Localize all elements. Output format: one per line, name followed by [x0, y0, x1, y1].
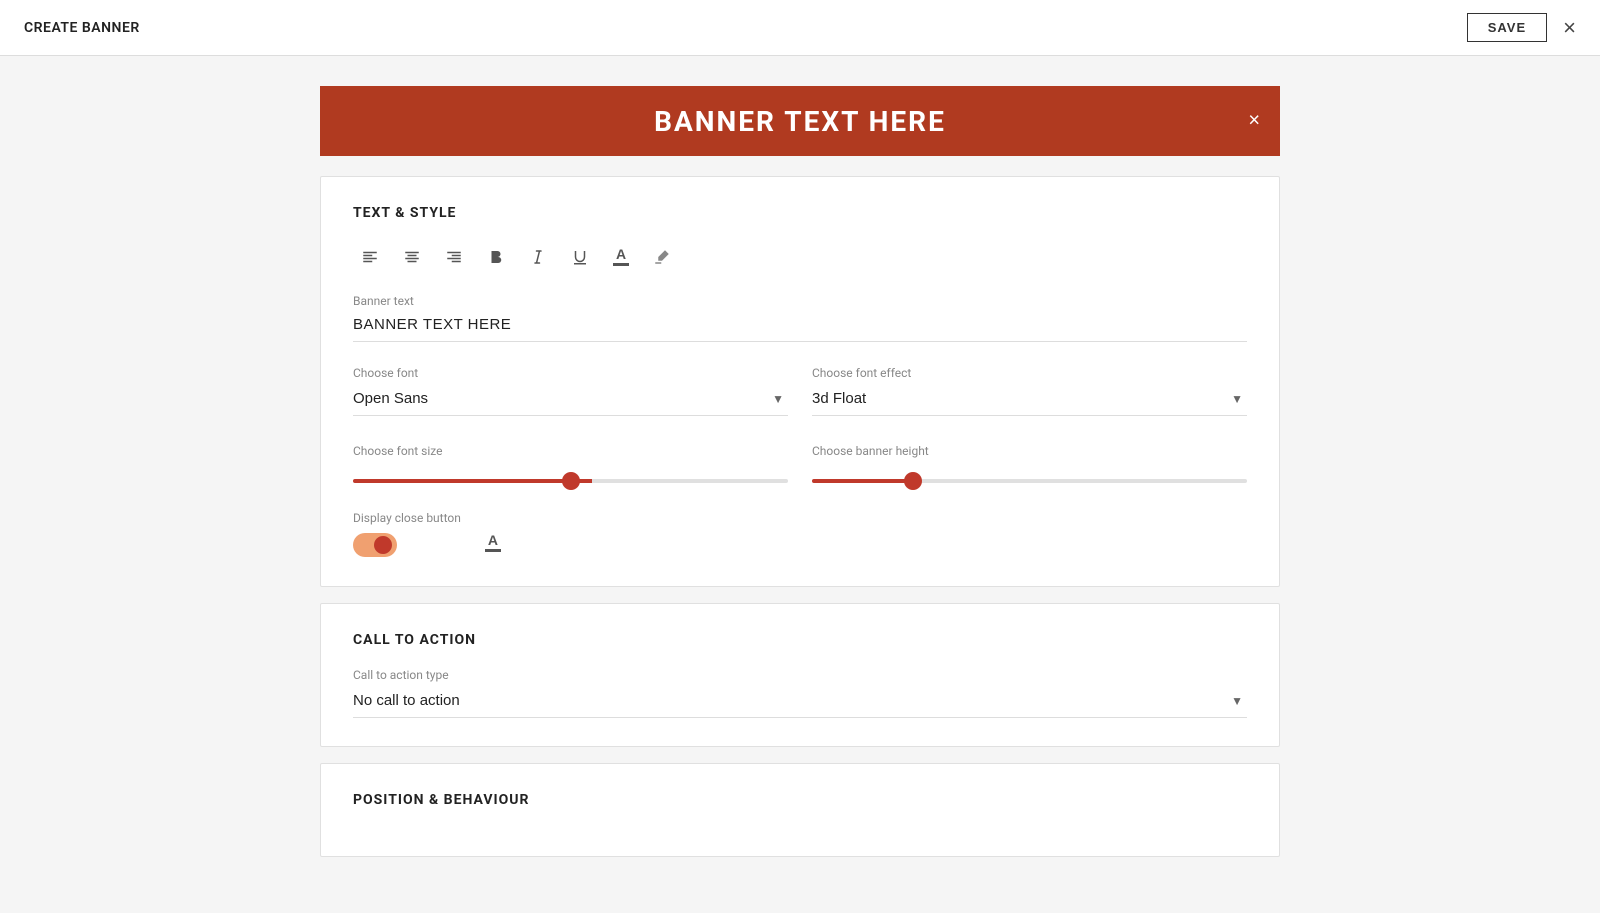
position-section: POSITION & BEHAVIOUR	[320, 763, 1280, 857]
position-title: POSITION & BEHAVIOUR	[353, 792, 1247, 808]
cta-type-dropdown-wrapper: Call to action type No call to action Bu…	[353, 668, 1247, 718]
banner-preview: BANNER TEXT HERE ×	[320, 86, 1280, 156]
underline-button[interactable]	[563, 242, 597, 272]
font-color-button[interactable]: A	[605, 241, 637, 272]
align-right-button[interactable]	[437, 242, 471, 272]
font-size-slider-section: Choose font size	[353, 444, 788, 487]
underline-icon	[571, 248, 589, 266]
font-effect-select[interactable]: 3d Float None Shadow Outline	[812, 384, 1247, 416]
top-bar-actions: SAVE ×	[1467, 13, 1576, 42]
toggle-slider	[353, 533, 397, 557]
text-style-title: TEXT & STYLE	[353, 205, 1247, 221]
cta-title: CALL TO ACTION	[353, 632, 1247, 648]
font-effect-dropdown-wrapper: Choose font effect 3d Float None Shadow …	[812, 366, 1247, 416]
banner-preview-close-button[interactable]: ×	[1248, 110, 1260, 133]
bold-button[interactable]	[479, 242, 513, 272]
close-button-toggle[interactable]	[353, 533, 397, 557]
italic-button[interactable]	[521, 242, 555, 272]
italic-icon	[529, 248, 547, 266]
font-effect-label: Choose font effect	[812, 366, 1247, 380]
font-size-slider[interactable]	[353, 479, 788, 483]
align-left-icon	[361, 248, 379, 266]
toggle-wrapper: Display close button	[353, 511, 461, 557]
cta-type-label: Call to action type	[353, 668, 1247, 682]
align-center-button[interactable]	[395, 242, 429, 272]
font-color-swatch-button[interactable]: A	[477, 527, 509, 558]
banner-height-slider[interactable]	[812, 479, 1247, 483]
banner-text-input[interactable]	[353, 312, 1247, 342]
banner-preview-text: BANNER TEXT HERE	[654, 105, 946, 138]
font-dropdown-wrapper: Choose font Open Sans Arial Georgia Time…	[353, 366, 788, 416]
sliders-row: Choose font size Choose banner height	[353, 440, 1247, 487]
bold-icon	[487, 248, 505, 266]
page-title: CREATE BANNER	[24, 20, 140, 36]
font-color-icon: A	[613, 247, 629, 266]
close-button[interactable]: ×	[1563, 17, 1576, 39]
formatting-toolbar: A	[353, 241, 1247, 272]
cta-type-select[interactable]: No call to action Button Link	[353, 686, 1247, 718]
font-size-label: Choose font size	[353, 444, 788, 458]
font-color-swatch-icon: A	[485, 533, 501, 552]
banner-text-label: Banner text	[353, 294, 1247, 308]
font-label: Choose font	[353, 366, 788, 380]
align-right-icon	[445, 248, 463, 266]
font-select[interactable]: Open Sans Arial Georgia Times New Roman …	[353, 384, 788, 416]
main-content: BANNER TEXT HERE × TEXT & STYLE	[320, 56, 1280, 913]
font-row: Choose font Open Sans Arial Georgia Time…	[353, 366, 1247, 416]
banner-height-label: Choose banner height	[812, 444, 1247, 458]
save-button[interactable]: SAVE	[1467, 13, 1547, 42]
close-button-row: Display close button A	[353, 509, 1247, 558]
highlight-icon	[653, 248, 671, 266]
banner-text-field: Banner text	[353, 294, 1247, 342]
align-left-button[interactable]	[353, 242, 387, 272]
highlight-button[interactable]	[645, 242, 679, 272]
top-bar: CREATE BANNER SAVE ×	[0, 0, 1600, 56]
banner-height-slider-section: Choose banner height	[812, 444, 1247, 487]
text-style-section: TEXT & STYLE	[320, 176, 1280, 587]
call-to-action-section: CALL TO ACTION Call to action type No ca…	[320, 603, 1280, 747]
align-center-icon	[403, 248, 421, 266]
display-close-button-label: Display close button	[353, 511, 461, 525]
